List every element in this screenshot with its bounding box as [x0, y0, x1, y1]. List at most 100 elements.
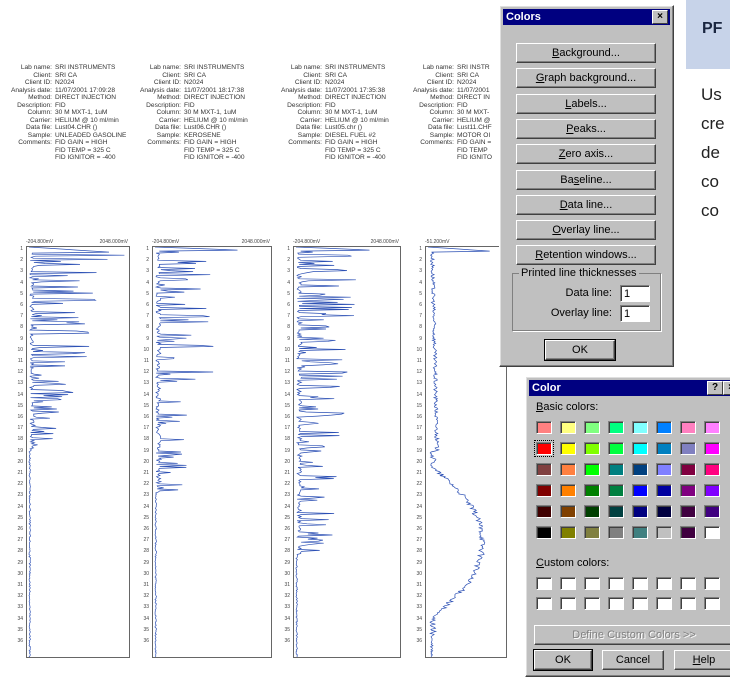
time-tick-label: 35	[17, 626, 23, 633]
custom-color-swatch[interactable]	[536, 597, 552, 610]
basic-color-swatch[interactable]	[560, 526, 576, 539]
basic-color-swatch[interactable]	[704, 442, 720, 455]
help-icon[interactable]: ?	[707, 381, 723, 395]
color-option-button[interactable]: Zero axis...	[516, 144, 656, 165]
basic-color-swatch[interactable]	[584, 421, 600, 434]
color-option-button[interactable]: Background...	[516, 43, 656, 63]
custom-color-swatch[interactable]	[680, 597, 696, 610]
basic-color-swatch[interactable]	[704, 484, 720, 497]
basic-color-swatch[interactable]	[608, 442, 624, 455]
report-field-label: Client ID:	[153, 79, 181, 86]
basic-color-swatch[interactable]	[656, 505, 672, 518]
close-icon[interactable]: ×	[652, 10, 668, 24]
basic-color-swatch[interactable]	[680, 526, 696, 539]
custom-color-swatch[interactable]	[704, 577, 720, 590]
basic-color-swatch[interactable]	[534, 440, 554, 457]
colors-dialog-titlebar[interactable]: Colors ×	[503, 9, 670, 25]
basic-color-swatch[interactable]	[560, 442, 576, 455]
color-option-button[interactable]: Retention windows...	[516, 245, 656, 266]
basic-color-swatch[interactable]	[632, 505, 648, 518]
basic-color-swatch[interactable]	[584, 484, 600, 497]
basic-color-swatch[interactable]	[584, 505, 600, 518]
report-field-label: Client:	[33, 71, 52, 79]
custom-color-swatch[interactable]	[560, 597, 576, 610]
basic-color-swatch[interactable]	[608, 505, 624, 518]
basic-color-swatch[interactable]	[656, 484, 672, 497]
time-tick-label: 35	[416, 626, 422, 633]
colors-ok-button[interactable]: OK	[544, 339, 616, 361]
basic-color-swatch[interactable]	[680, 463, 696, 476]
basic-color-swatch[interactable]	[608, 484, 624, 497]
report-field-label: Carrier:	[300, 116, 322, 124]
custom-color-swatch[interactable]	[704, 597, 720, 610]
color-dialog-titlebar[interactable]: Color ? ×	[529, 380, 730, 396]
define-custom-colors-button[interactable]: Define Custom Colors >>	[534, 625, 730, 645]
color-option-button[interactable]: Baseline...	[516, 169, 656, 190]
basic-color-swatch[interactable]	[536, 526, 552, 539]
custom-color-swatch[interactable]	[656, 597, 672, 610]
basic-color-swatch[interactable]	[680, 442, 696, 455]
color-ok-button[interactable]: OK	[533, 649, 593, 671]
custom-color-swatch[interactable]	[584, 577, 600, 590]
basic-color-swatch[interactable]	[704, 526, 720, 539]
basic-color-swatch[interactable]	[560, 505, 576, 518]
custom-color-swatch[interactable]	[608, 577, 624, 590]
report-field-label: Analysis date:	[412, 86, 454, 94]
basic-color-swatch[interactable]	[656, 463, 672, 476]
custom-color-swatch[interactable]	[632, 597, 648, 610]
report-header-row: FID TEMP = 325 C	[0, 147, 134, 155]
color-option-button[interactable]: Data line...	[516, 194, 656, 215]
color-option-button[interactable]: Overlay line...	[516, 220, 656, 241]
basic-color-swatch[interactable]	[608, 463, 624, 476]
basic-color-swatch[interactable]	[608, 526, 624, 539]
custom-color-swatch[interactable]	[536, 577, 552, 590]
time-tick-label: 7	[287, 313, 290, 320]
time-tick-label: 31	[143, 582, 149, 588]
basic-color-swatch[interactable]	[584, 463, 600, 476]
basic-color-swatch[interactable]	[584, 442, 600, 455]
basic-color-swatch[interactable]	[560, 421, 576, 434]
custom-color-swatch[interactable]	[632, 577, 648, 590]
color-option-button[interactable]: Peaks...	[516, 118, 656, 139]
basic-color-swatch[interactable]	[608, 421, 624, 434]
basic-color-swatch[interactable]	[632, 421, 648, 434]
basic-color-swatch[interactable]	[656, 526, 672, 539]
time-tick-label: 20	[143, 458, 149, 465]
basic-color-swatch[interactable]	[680, 484, 696, 497]
basic-color-swatch[interactable]	[632, 526, 648, 539]
basic-color-swatch[interactable]	[632, 463, 648, 476]
basic-color-swatch[interactable]	[560, 463, 576, 476]
basic-color-swatch[interactable]	[536, 463, 552, 476]
basic-color-swatch[interactable]	[632, 484, 648, 497]
basic-color-swatch[interactable]	[536, 421, 552, 434]
basic-color-swatch[interactable]	[680, 421, 696, 434]
basic-color-swatch[interactable]	[704, 505, 720, 518]
report-field-value: FID GAIN =	[457, 139, 492, 146]
report-field-value: SRI INSTRUMENTS	[325, 64, 386, 71]
basic-color-swatch[interactable]	[656, 442, 672, 455]
basic-color-swatch[interactable]	[704, 463, 720, 476]
custom-color-swatch[interactable]	[656, 577, 672, 590]
basic-color-swatch[interactable]	[584, 526, 600, 539]
basic-color-swatch[interactable]	[680, 505, 696, 518]
basic-color-swatch[interactable]	[704, 421, 720, 434]
data-line-field[interactable]: 1	[620, 285, 650, 302]
color-cancel-button[interactable]: Cancel	[602, 650, 664, 670]
report-field-label: Carrier:	[159, 116, 181, 124]
basic-color-swatch[interactable]	[560, 484, 576, 497]
color-option-button[interactable]: Labels...	[516, 93, 656, 114]
time-tick-label: 27	[17, 537, 23, 544]
custom-color-swatch[interactable]	[608, 597, 624, 610]
basic-color-swatch[interactable]	[536, 505, 552, 518]
report-header-row: Description: FID	[0, 102, 134, 110]
custom-color-swatch[interactable]	[680, 577, 696, 590]
overlay-line-field[interactable]: 1	[620, 305, 650, 322]
basic-color-swatch[interactable]	[632, 442, 648, 455]
basic-color-swatch[interactable]	[656, 421, 672, 434]
close-icon[interactable]: ×	[723, 381, 730, 395]
custom-color-swatch[interactable]	[584, 597, 600, 610]
basic-color-swatch[interactable]	[536, 484, 552, 497]
color-option-button[interactable]: Graph background...	[516, 68, 656, 89]
color-help-button[interactable]: Help	[674, 650, 730, 670]
custom-color-swatch[interactable]	[560, 577, 576, 590]
